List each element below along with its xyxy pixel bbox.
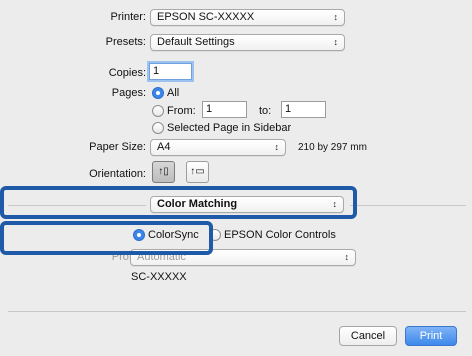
- printer-model-text: SC-XXXXX: [131, 271, 187, 283]
- copies-label: Copies:: [108, 67, 146, 79]
- paper-dimensions: 210 by 297 mm: [298, 142, 367, 153]
- colorsync-highlight-frame: [0, 221, 213, 255]
- cancel-button[interactable]: Cancel: [339, 326, 397, 346]
- popup-arrows-icon: ↕: [274, 142, 280, 152]
- printer-popup[interactable]: EPSON SC-XXXXX ↕: [150, 9, 345, 26]
- portrait-icon: ↑▯: [158, 166, 169, 177]
- print-button[interactable]: Print: [405, 326, 457, 346]
- popup-arrows-icon: ↕: [333, 37, 339, 47]
- presets-label: Presets:: [105, 36, 146, 48]
- paper-size-popup-value: A4: [157, 141, 171, 153]
- copies-field[interactable]: 1: [149, 63, 192, 80]
- section-separator-right: [350, 205, 466, 206]
- presets-popup[interactable]: Default Settings ↕: [150, 34, 345, 51]
- pages-all-radio[interactable]: [152, 87, 164, 99]
- landscape-icon: ↑▭: [190, 166, 205, 177]
- pages-to-field[interactable]: 1: [281, 101, 326, 118]
- printer-label: Printer:: [110, 11, 146, 23]
- pages-all-label: All: [167, 87, 180, 99]
- orientation-label: Orientation:: [89, 168, 146, 180]
- pages-label: Pages:: [111, 87, 146, 99]
- pages-to-label: to:: [259, 105, 272, 117]
- pages-from-field[interactable]: 1: [202, 101, 247, 118]
- orientation-landscape-button[interactable]: ↑▭: [186, 161, 209, 183]
- pages-from-radio[interactable]: [152, 105, 164, 117]
- orientation-portrait-button[interactable]: ↑▯: [152, 161, 175, 183]
- paper-size-label: Paper Size:: [89, 141, 146, 153]
- pages-from-label: From:: [167, 105, 196, 117]
- epson-color-controls-label: EPSON Color Controls: [224, 229, 336, 241]
- popup-arrows-icon: ↕: [344, 252, 350, 262]
- presets-popup-value: Default Settings: [157, 36, 235, 48]
- bottom-separator: [8, 311, 466, 312]
- printer-popup-value: EPSON SC-XXXXX: [157, 11, 255, 23]
- section-highlight-frame: [0, 186, 357, 219]
- pages-selected-radio[interactable]: [152, 122, 164, 134]
- paper-size-popup[interactable]: A4 ↕: [150, 139, 286, 156]
- pages-selected-label: Selected Page in Sidebar: [167, 122, 292, 134]
- popup-arrows-icon: ↕: [333, 12, 339, 22]
